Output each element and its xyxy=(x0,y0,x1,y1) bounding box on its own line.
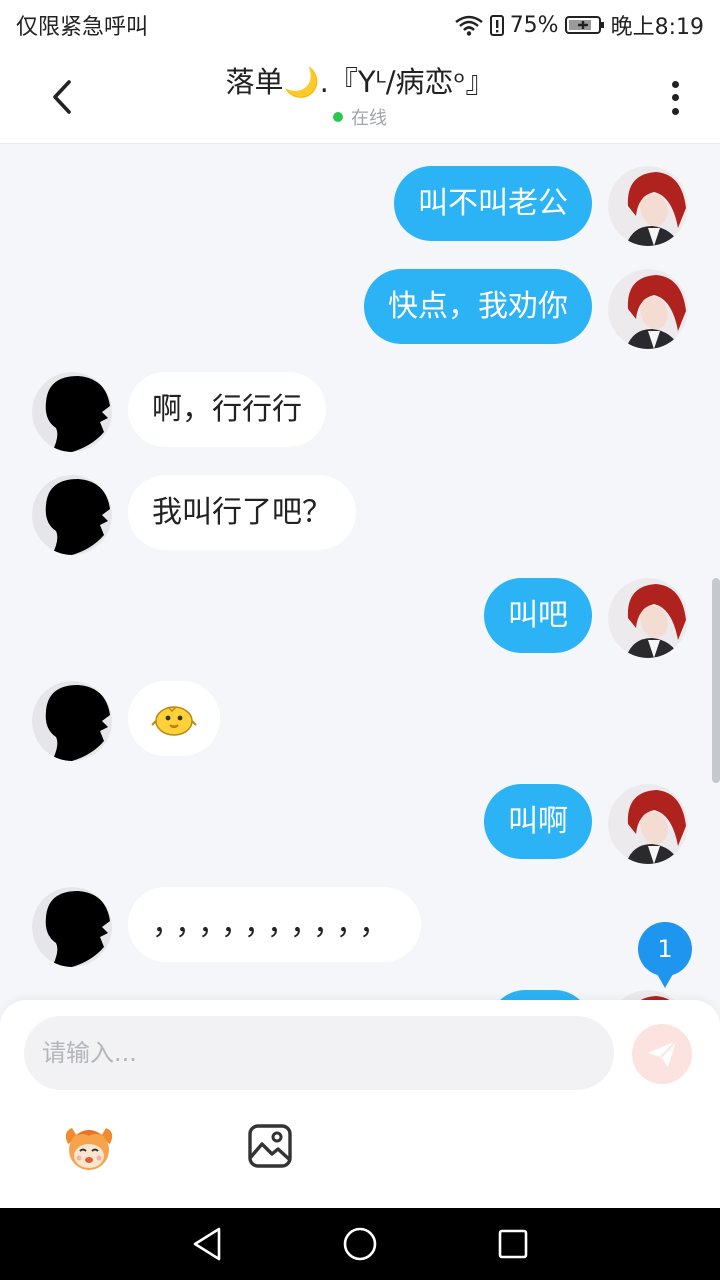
message-row: ，，，，，，，，，， xyxy=(0,887,720,967)
clock: 晚上8:19 xyxy=(610,15,704,40)
wifi-icon xyxy=(454,15,483,36)
yellow-chick-sticker-icon xyxy=(151,706,197,736)
online-status-text: 在线 xyxy=(351,108,387,129)
outgoing-message-bubble[interactable] xyxy=(488,990,592,1000)
incoming-message-bubble[interactable]: 我叫行了吧？ xyxy=(128,475,356,550)
nav-back-button[interactable] xyxy=(187,1224,227,1264)
outgoing-message-bubble[interactable]: 叫不叫老公 xyxy=(394,166,592,241)
contact-avatar[interactable] xyxy=(32,887,112,967)
chat-title: 落单🌙.『Yᴸ/病恋ᵒ』 xyxy=(225,65,495,99)
battery-percent: 75% xyxy=(509,12,559,38)
paper-plane-icon xyxy=(648,1040,677,1067)
contact-avatar[interactable] xyxy=(32,475,112,555)
battery-charging-icon xyxy=(564,16,604,34)
outgoing-message-bubble[interactable]: 快点，我劝你 xyxy=(364,269,592,344)
composer-panel xyxy=(0,1000,720,1208)
chat-header: 落单🌙.『Yᴸ/病恋ᵒ』 在线 xyxy=(0,50,720,144)
message-list[interactable]: 叫不叫老公 快点，我劝你 啊，行行行 我叫行了吧？ 叫吧 叫啊 ，，，，，，，，… xyxy=(0,144,720,1000)
message-input[interactable] xyxy=(24,1016,614,1090)
status-bar: 仅限紧急呼叫 75% 晚上8:19 xyxy=(0,0,720,50)
more-vertical-icon xyxy=(671,81,679,89)
triangle-back-icon xyxy=(193,1227,220,1261)
incoming-message-bubble[interactable]: 啊，行行行 xyxy=(128,372,326,447)
my-avatar[interactable] xyxy=(608,166,688,246)
scrollbar[interactable] xyxy=(712,578,720,783)
message-row xyxy=(0,990,720,1000)
nav-home-button[interactable] xyxy=(340,1224,380,1264)
message-row: 我叫行了吧？ xyxy=(0,475,720,555)
circle-home-icon xyxy=(343,1227,377,1261)
my-avatar[interactable] xyxy=(608,784,688,864)
emoji-mascot-icon[interactable] xyxy=(60,1118,118,1176)
contact-avatar[interactable] xyxy=(32,681,112,761)
my-avatar[interactable] xyxy=(608,269,688,349)
send-button[interactable] xyxy=(632,1024,692,1084)
my-avatar[interactable] xyxy=(608,990,688,1000)
carrier-text: 仅限紧急呼叫 xyxy=(16,15,149,40)
more-options-button[interactable] xyxy=(660,78,690,118)
outgoing-message-bubble[interactable]: 叫吧 xyxy=(484,578,592,653)
message-row: 快点，我劝你 xyxy=(0,269,720,349)
message-row xyxy=(0,681,720,761)
contact-avatar[interactable] xyxy=(32,372,112,452)
nav-recents-button[interactable] xyxy=(493,1224,533,1264)
incoming-sticker-bubble[interactable] xyxy=(128,681,220,756)
message-row: 叫啊 xyxy=(0,784,720,864)
square-recents-icon xyxy=(499,1229,528,1259)
battery-alert-icon xyxy=(489,15,504,36)
message-row: 啊，行行行 xyxy=(0,372,720,452)
my-avatar[interactable] xyxy=(608,578,688,658)
message-row: 叫不叫老公 xyxy=(0,166,720,246)
back-button[interactable] xyxy=(40,72,84,122)
system-nav-bar xyxy=(0,1208,720,1280)
message-row: 叫吧 xyxy=(0,578,720,658)
online-status: 在线 xyxy=(120,104,600,130)
online-dot xyxy=(333,112,343,122)
incoming-message-bubble[interactable]: ，，，，，，，，，， xyxy=(128,887,421,962)
unread-count-badge[interactable]: 1 xyxy=(638,922,692,988)
chevron-left-icon xyxy=(53,80,71,114)
image-icon[interactable] xyxy=(246,1122,294,1170)
outgoing-message-bubble[interactable]: 叫啊 xyxy=(484,784,592,859)
